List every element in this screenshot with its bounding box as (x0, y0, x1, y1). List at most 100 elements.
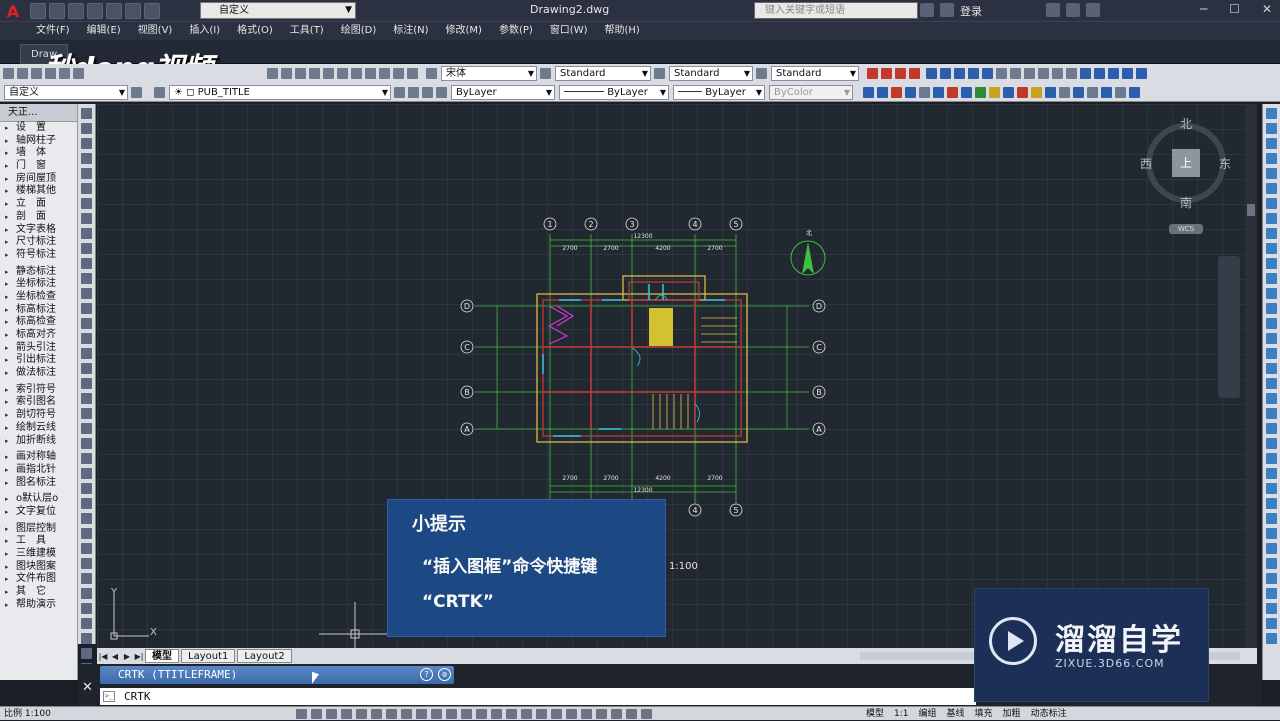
status-toggle-icon[interactable] (431, 709, 442, 719)
modify-tool-icon[interactable] (1266, 588, 1277, 599)
toolbar-icon[interactable] (59, 68, 70, 79)
status-toggle-icon[interactable] (521, 709, 532, 719)
draw-tool-icon[interactable] (81, 528, 92, 539)
tarch-menu-item[interactable]: 剖 面 (0, 211, 77, 224)
tarch-menu-item[interactable]: 加折断线 (0, 435, 77, 448)
tarch-menu-item[interactable]: 图名标注 (0, 477, 77, 490)
draw-tool-icon[interactable] (81, 288, 92, 299)
tool-icon[interactable] (961, 86, 972, 98)
dim-tool-icon[interactable] (1024, 68, 1035, 79)
dim-tool-icon[interactable] (881, 68, 892, 79)
tarch-menu-item[interactable]: 画指北针 (0, 464, 77, 477)
dim-tool-icon[interactable] (895, 68, 906, 79)
tarch-menu-item[interactable]: 图层控制 (0, 523, 77, 536)
modify-tool-icon[interactable] (1266, 363, 1277, 374)
tarch-menu-item[interactable]: 设 置 (0, 122, 77, 135)
tarch-menu-item[interactable]: 静态标注 (0, 266, 77, 279)
dim-tool-icon[interactable] (909, 68, 920, 79)
text-style-select[interactable]: Standard ▼ (555, 66, 651, 81)
draw-tool-icon[interactable] (81, 513, 92, 524)
draw-tool-icon[interactable] (81, 183, 92, 194)
menu-item[interactable]: 视图(V) (138, 22, 173, 40)
status-toggle-icon[interactable] (401, 709, 412, 719)
draw-tool-icon[interactable] (81, 633, 92, 644)
sheet-set-icon[interactable] (365, 68, 376, 79)
modify-tool-icon[interactable] (1266, 123, 1277, 134)
tool-palette-icon[interactable] (351, 68, 362, 79)
tab-layout2[interactable]: Layout2 (237, 649, 292, 663)
tarch-menu-item[interactable]: 坐标检查 (0, 291, 77, 304)
login-link[interactable]: 登录 (960, 3, 982, 19)
menu-item[interactable]: 格式(O) (237, 22, 273, 40)
zoom-window-icon[interactable] (295, 68, 306, 79)
next-tab-icon[interactable]: ▶ (121, 652, 133, 661)
status-item[interactable]: 基线 (947, 707, 965, 721)
dim-style-icon[interactable] (654, 68, 665, 79)
tool-icon[interactable] (933, 86, 944, 98)
modify-tool-icon[interactable] (1266, 423, 1277, 434)
settings-icon[interactable] (131, 86, 142, 98)
status-toggle-icon[interactable] (416, 709, 427, 719)
draw-tool-icon[interactable] (81, 483, 92, 494)
toolbar-icon[interactable] (17, 68, 28, 79)
help-icon[interactable] (407, 68, 418, 79)
modify-tool-icon[interactable] (1266, 273, 1277, 284)
dim-tool-icon[interactable] (926, 68, 937, 79)
dim-tool-icon[interactable] (968, 68, 979, 79)
tarch-menu-item[interactable]: 立 面 (0, 198, 77, 211)
toolbar-icon[interactable] (31, 68, 42, 79)
status-item[interactable]: 模型 (866, 707, 884, 721)
status-item[interactable]: 1:1 (894, 707, 908, 721)
modify-tool-icon[interactable] (1266, 483, 1277, 494)
layer-previous-icon[interactable] (408, 86, 419, 98)
user-icon[interactable] (940, 3, 954, 17)
draw-tool-icon[interactable] (81, 558, 92, 569)
draw-tool-icon[interactable] (81, 438, 92, 449)
toolbar-icon[interactable] (73, 68, 84, 79)
draw-tool-icon[interactable] (81, 378, 92, 389)
tool-icon[interactable] (1115, 86, 1126, 98)
draw-tool-icon[interactable] (81, 348, 92, 359)
status-toggle-icon[interactable] (296, 709, 307, 719)
tab-layout1[interactable]: Layout1 (181, 649, 236, 663)
draw-tool-icon[interactable] (81, 273, 92, 284)
modify-tool-icon[interactable] (1266, 543, 1277, 554)
draw-tool-icon[interactable] (81, 168, 92, 179)
tool-icon[interactable] (1003, 86, 1014, 98)
settings-icon[interactable]: ⚙ (438, 668, 451, 681)
modify-tool-icon[interactable] (1266, 408, 1277, 419)
status-toggle-icon[interactable] (461, 709, 472, 719)
properties-icon[interactable] (323, 68, 334, 79)
modify-tool-icon[interactable] (1266, 213, 1277, 224)
draw-tool-icon[interactable] (81, 228, 92, 239)
workspace-select[interactable]: 自定义 ▼ (200, 2, 356, 19)
command-prompt-icon[interactable]: >_ (103, 691, 115, 702)
close-icon[interactable]: ✕ (82, 680, 93, 695)
status-item[interactable]: 加粗 (1003, 707, 1021, 721)
modify-tool-icon[interactable] (1266, 243, 1277, 254)
account-icon[interactable] (1066, 3, 1080, 17)
draw-tool-icon[interactable] (81, 423, 92, 434)
status-toggle-icon[interactable] (491, 709, 502, 719)
tarch-menu-item[interactable]: 文件布图 (0, 573, 77, 586)
menu-item[interactable]: 修改(M) (446, 22, 482, 40)
tool-icon[interactable] (975, 86, 986, 98)
draw-tool-icon[interactable] (81, 393, 92, 404)
status-toggle-icon[interactable] (326, 709, 337, 719)
menu-item[interactable]: 绘图(D) (341, 22, 377, 40)
tarch-menu-item[interactable]: 符号标注 (0, 249, 77, 262)
draw-tool-icon[interactable] (81, 648, 92, 659)
tarch-menu-item[interactable]: 画对称轴 (0, 451, 77, 464)
font-select[interactable]: 宋体 ▼ (441, 66, 537, 81)
new-icon[interactable] (30, 3, 46, 19)
modify-tool-icon[interactable] (1266, 633, 1277, 644)
dim-tool-icon[interactable] (867, 68, 878, 79)
prev-tab-icon[interactable]: ◀ (109, 652, 121, 661)
close-icon[interactable]: ✕ (1262, 2, 1272, 16)
status-toggle-icon[interactable] (311, 709, 322, 719)
tarch-menu-item[interactable]: 帮助演示 (0, 599, 77, 612)
modify-tool-icon[interactable] (1266, 228, 1277, 239)
tool-icon[interactable] (891, 86, 902, 98)
help-icon[interactable]: ? (420, 668, 433, 681)
draw-tool-icon[interactable] (81, 318, 92, 329)
